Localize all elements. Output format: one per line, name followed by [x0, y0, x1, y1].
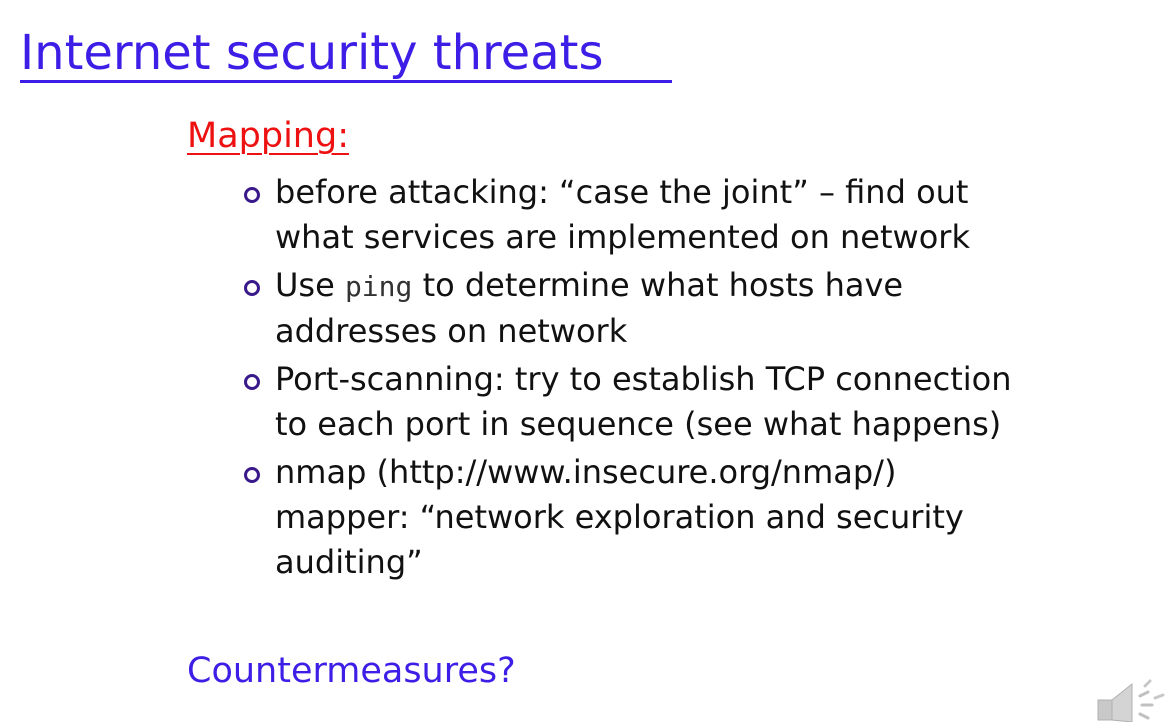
bullet-list: before attacking: “case the joint” – fin… — [243, 170, 1143, 588]
bullet-circle-icon — [244, 374, 260, 390]
bullet-text-segment: Use — [275, 266, 345, 304]
slide-title: Internet security threats — [20, 25, 604, 81]
bullet-text-line: auditing” — [275, 543, 423, 581]
bullet-text-line: nmap (http://www.insecure.org/nmap/) — [275, 453, 897, 491]
bullet-text-line: Port-scanning: try to establish TCP conn… — [275, 360, 1012, 398]
bullet-circle-icon — [244, 187, 260, 203]
bullet-text-line: addresses on network — [275, 312, 628, 350]
title-underline — [20, 80, 672, 83]
code-term-ping: ping — [344, 270, 413, 303]
bullet-text-line: mapper: “network exploration and securit… — [275, 498, 964, 536]
bullet-item-before-attacking: before attacking: “case the joint” – fin… — [243, 170, 1143, 260]
bullet-item-port-scanning: Port-scanning: try to establish TCP conn… — [243, 357, 1143, 447]
bullet-text-line: before attacking: “case the joint” – fin… — [275, 173, 969, 211]
countermeasures-question: Countermeasures? — [187, 651, 516, 691]
section-heading-mapping: Mapping: — [187, 116, 349, 156]
bullet-text-line: what services are implemented on network — [275, 218, 970, 256]
bullet-text-segment: to determine what hosts have — [412, 266, 904, 304]
bullet-item-ping: Use ping to determine what hosts have ad… — [243, 263, 1143, 354]
bullet-text-line: to each port in sequence (see what happe… — [275, 405, 1002, 443]
bullet-text-line: Use ping to determine what hosts have — [275, 263, 1143, 309]
speaker-audio-icon[interactable] — [1092, 678, 1167, 722]
bullet-circle-icon — [244, 467, 260, 483]
bullet-item-nmap: nmap (http://www.insecure.org/nmap/) map… — [243, 450, 1143, 585]
bullet-circle-icon — [244, 280, 260, 296]
